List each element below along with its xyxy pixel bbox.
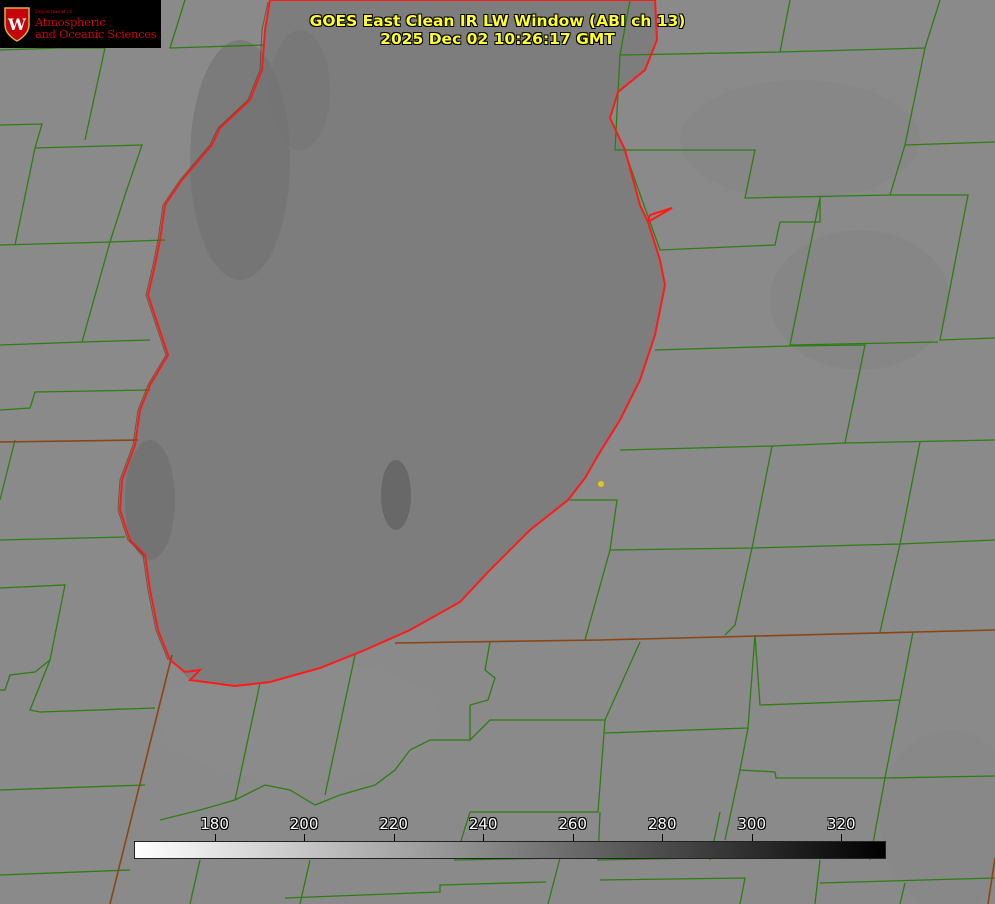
colorbar-tick-mark	[841, 834, 843, 841]
satellite-map-view: W Department of Atmospheric and Oceanic …	[0, 0, 995, 904]
colorbar-tick-mark	[214, 834, 216, 841]
colorbar-tick-label: 260	[558, 815, 587, 833]
colorbar-tick-mark	[304, 834, 306, 841]
colorbar-tick-label: 320	[826, 815, 856, 833]
colorbar-tick-label: 200	[289, 815, 319, 833]
ir-satellite-image	[0, 0, 995, 904]
colorbar-tick-mark	[751, 834, 753, 841]
colorbar-tick-mark	[572, 834, 574, 841]
colorbar-tick-label: 220	[379, 815, 408, 833]
colorbar-tick-mark	[483, 834, 485, 841]
colorbar-tick-mark	[393, 834, 395, 841]
colorbar-tick-label: 280	[647, 815, 677, 833]
colorbar-tick-label: 180	[200, 815, 229, 833]
title-product: GOES East Clean IR LW Window (ABI ch 13)	[309, 12, 686, 30]
colorbar-tick-label: 240	[468, 815, 498, 833]
image-title: GOES East Clean IR LW Window (ABI ch 13)…	[0, 12, 995, 48]
title-timestamp: 2025 Dec 02 10:26:17 GMT	[380, 30, 615, 48]
colorbar-tick-mark	[662, 834, 664, 841]
colorbar-tick-label: 300	[737, 815, 767, 833]
location-marker	[598, 481, 604, 487]
temperature-colorbar	[134, 841, 886, 859]
